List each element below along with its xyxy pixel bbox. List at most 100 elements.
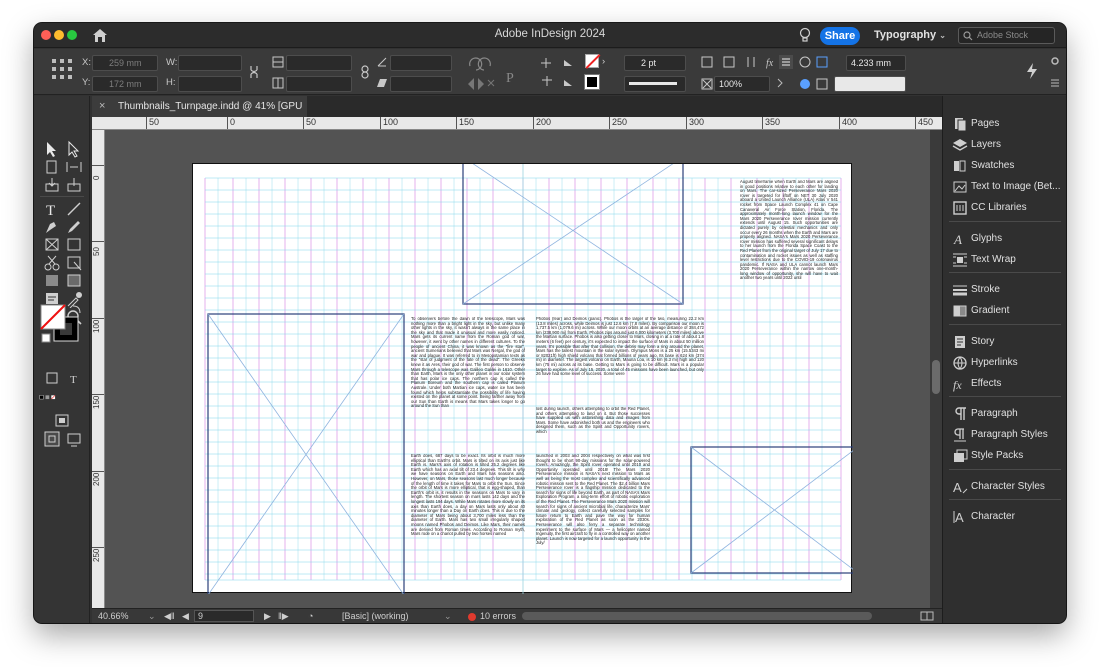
quick-actions-icon[interactable] bbox=[1026, 63, 1038, 79]
content-collector-icon[interactable] bbox=[42, 176, 62, 194]
scale-y-icon[interactable] bbox=[272, 77, 284, 89]
gradient-swatch-tool-icon[interactable] bbox=[42, 272, 62, 290]
scale-x-icon[interactable] bbox=[272, 56, 284, 68]
scissors-tool-icon[interactable] bbox=[42, 254, 62, 272]
split-window-icon[interactable] bbox=[920, 611, 934, 621]
panel-layers[interactable]: Layers bbox=[943, 135, 1066, 155]
panel-effects[interactable]: fx Effects bbox=[943, 374, 1066, 394]
opacity-field[interactable]: 100% bbox=[714, 76, 770, 92]
image-frame-top[interactable] bbox=[462, 164, 684, 305]
panel-story[interactable]: Story bbox=[943, 332, 1066, 352]
reference-point-icon[interactable] bbox=[52, 59, 72, 79]
scale-y-percentage-field[interactable] bbox=[286, 76, 352, 92]
apply-color-gradient-none-icons[interactable] bbox=[38, 388, 58, 406]
rotation-field[interactable] bbox=[390, 55, 452, 71]
formatting-affects-text-icon[interactable]: T bbox=[64, 370, 84, 388]
normal-view-icon[interactable] bbox=[42, 430, 62, 448]
vertical-scrollbar-thumb[interactable] bbox=[932, 360, 940, 394]
image-frame-bottom-right[interactable] bbox=[690, 446, 853, 574]
panel-cc-libraries[interactable]: CC Libraries bbox=[943, 198, 1066, 218]
horizontal-scrollbar[interactable] bbox=[522, 612, 872, 620]
svg-text:T: T bbox=[70, 374, 77, 386]
panel-stroke[interactable]: Stroke bbox=[943, 280, 1066, 300]
preflight-errors[interactable]: 10 errors bbox=[480, 611, 516, 621]
gradient-feather-tool-icon[interactable] bbox=[64, 272, 84, 290]
direct-selection-tool-icon[interactable] bbox=[64, 140, 84, 158]
panel-label: Effects bbox=[971, 378, 1002, 389]
screen-mode-icon[interactable] bbox=[52, 412, 72, 430]
stroke-swatch[interactable] bbox=[585, 54, 599, 68]
panel-glyphs[interactable]: A Glyphs bbox=[943, 229, 1066, 249]
image-frame-left[interactable] bbox=[207, 313, 405, 594]
constrain-proportions-icon[interactable] bbox=[248, 65, 260, 79]
rotation-angle-icon[interactable] bbox=[376, 56, 388, 68]
pen-tool-icon[interactable] bbox=[42, 218, 62, 236]
chevron-down-icon[interactable]: ⌄ bbox=[444, 611, 452, 622]
working-style-label[interactable]: [Basic] (working) bbox=[342, 611, 409, 621]
panel-hyperlinks[interactable]: Hyperlinks bbox=[943, 353, 1066, 373]
frame-shape-dropdown[interactable] bbox=[834, 76, 906, 92]
title-bar: Adobe InDesign 2024 Share Typography ⌄ A… bbox=[34, 23, 1066, 48]
tab-document[interactable]: × Thumbnails_Turnpage.indd @ 41% [GPU Pr… bbox=[92, 96, 307, 133]
lightbulb-icon[interactable] bbox=[798, 27, 812, 44]
adobe-stock-search[interactable]: Adobe Stock bbox=[958, 27, 1055, 44]
chevron-down-icon: ⌄ bbox=[939, 31, 946, 40]
shear-angle-icon[interactable] bbox=[376, 77, 388, 89]
rectangle-tool-icon[interactable] bbox=[64, 236, 84, 254]
vertical-ruler[interactable]: 0 50 100 150 200 250 bbox=[92, 130, 105, 608]
preview-mode-icon[interactable] bbox=[64, 430, 84, 448]
gutter-field[interactable]: 4.233 mm bbox=[846, 55, 906, 71]
document-page[interactable]: To observers before the dawn of the tele… bbox=[192, 163, 853, 594]
panel-text-to-image[interactable]: Text to Image (Bet... bbox=[943, 177, 1066, 197]
panel-gradient[interactable]: Gradient bbox=[943, 301, 1066, 321]
fill-stroke-proxy[interactable] bbox=[40, 304, 84, 346]
vertical-scrollbar[interactable] bbox=[930, 130, 942, 608]
link-chain-icon[interactable] bbox=[360, 65, 370, 79]
stroke-type-dropdown[interactable] bbox=[624, 76, 686, 92]
workspace-switcher[interactable]: Typography ⌄ bbox=[874, 29, 946, 41]
close-icon[interactable]: × bbox=[99, 96, 105, 117]
chevron-down-icon[interactable]: ⌄ bbox=[148, 611, 156, 622]
previous-page-icon[interactable]: ◀ bbox=[182, 611, 189, 622]
pencil-tool-icon[interactable] bbox=[64, 218, 84, 236]
transform-icons[interactable]: P bbox=[466, 56, 526, 90]
chevron-right-icon[interactable]: › bbox=[602, 56, 605, 67]
x-field[interactable]: 259 mm bbox=[92, 55, 158, 71]
scale-x-percentage-field[interactable] bbox=[286, 55, 352, 71]
content-placer-icon[interactable] bbox=[64, 176, 84, 194]
height-field[interactable] bbox=[178, 76, 242, 92]
first-page-icon[interactable]: ◀‖ bbox=[164, 611, 175, 622]
pasteboard[interactable]: To observers before the dawn of the tele… bbox=[105, 130, 942, 608]
panel-text-wrap[interactable]: Text Wrap bbox=[943, 250, 1066, 270]
type-tool-icon[interactable]: T bbox=[42, 200, 62, 218]
fill-swatch[interactable] bbox=[584, 74, 600, 90]
panel-paragraph[interactable]: Paragraph bbox=[943, 404, 1066, 424]
panel-label: Text Wrap bbox=[971, 254, 1016, 265]
gap-tool-icon[interactable] bbox=[64, 158, 84, 176]
page-number-field[interactable]: 9 bbox=[194, 610, 254, 622]
panel-style-packs[interactable]: Style Packs bbox=[943, 446, 1066, 466]
share-button[interactable]: Share bbox=[820, 27, 860, 45]
rectangle-frame-tool-icon[interactable] bbox=[42, 236, 62, 254]
shear-field[interactable] bbox=[390, 76, 452, 92]
last-page-icon[interactable]: ‖▶ bbox=[278, 611, 289, 622]
selection-tool-icon[interactable] bbox=[42, 140, 62, 158]
next-page-icon[interactable]: ▶ bbox=[264, 611, 271, 622]
select-container-content-icons[interactable] bbox=[538, 56, 578, 90]
y-field[interactable]: 172 mm bbox=[92, 76, 158, 92]
formatting-affects-container-icon[interactable] bbox=[42, 370, 62, 388]
width-field[interactable] bbox=[178, 55, 242, 71]
line-tool-icon[interactable] bbox=[64, 200, 84, 218]
panel-character-styles[interactable]: A Character Styles bbox=[943, 477, 1066, 497]
pages-icon bbox=[955, 118, 967, 132]
panel-character[interactable]: A Character bbox=[943, 507, 1066, 527]
panel-swatches[interactable]: Swatches bbox=[943, 156, 1066, 176]
free-transform-tool-icon[interactable] bbox=[64, 254, 84, 272]
zoom-level[interactable]: 40.66% bbox=[98, 611, 129, 621]
panel-menu-icon[interactable] bbox=[1050, 56, 1060, 90]
panel-paragraph-styles[interactable]: Paragraph Styles bbox=[943, 425, 1066, 445]
page-tool-icon[interactable] bbox=[42, 158, 62, 176]
horizontal-ruler[interactable]: 50 0 50 100 150 200 250 300 350 400 450 bbox=[92, 117, 942, 130]
stroke-weight-field[interactable]: 2 pt bbox=[624, 55, 686, 71]
panel-pages[interactable]: Pages bbox=[943, 114, 1066, 134]
